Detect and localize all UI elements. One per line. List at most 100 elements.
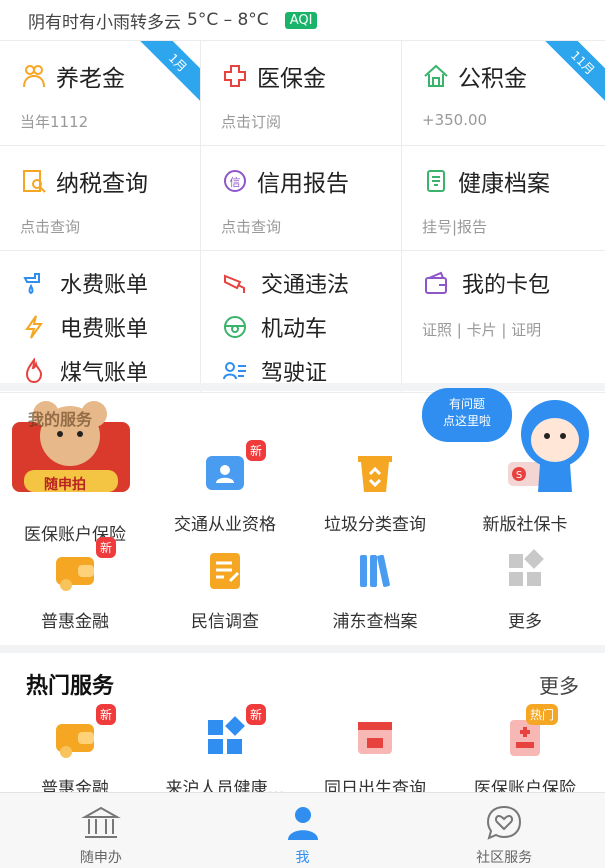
pension-title: 养老金 [56, 66, 125, 92]
bottom-tab-bar: 随申办 我 社区服务 [0, 792, 605, 868]
service-label: 垃圾分类查询 [324, 515, 426, 535]
government-building-icon [81, 803, 121, 843]
water-bill-item[interactable]: 水费账单 [20, 261, 200, 305]
housing-fund-sub: +350.00 [422, 111, 488, 129]
credit-report-card[interactable]: 信 信用报告 点击查询 [201, 146, 402, 250]
credit-report-sub: 点击查询 [221, 218, 282, 236]
housing-fund-title: 公积金 [458, 66, 527, 92]
housing-fund-card[interactable]: 11月 公积金 +350.00 [402, 41, 605, 145]
grid-row-1: 1月 养老金 当年1112 医保金 点击订阅 11月 公积金 +350.00 [0, 41, 605, 146]
tab-suishenban[interactable]: 随申办 [0, 793, 202, 868]
mascot-icon[interactable] [510, 392, 600, 498]
medical-insurance-sub: 点击订阅 [221, 113, 282, 131]
wallet-icon [422, 269, 450, 297]
service-label: 浦东查档案 [332, 612, 418, 632]
service-garbage-sorting[interactable]: 垃圾分类查询 [300, 450, 450, 535]
tab-label: 随申办 [79, 850, 122, 866]
tax-query-sub: 点击查询 [20, 218, 81, 236]
service-inclusive-finance[interactable]: 新 普惠金融 [0, 537, 150, 632]
service-medical-account-insurance[interactable]: 医保账户保险 [0, 520, 150, 545]
service-label: 普惠金融 [41, 612, 109, 632]
medical-insurance-title: 医保金 [257, 66, 326, 92]
help-line-2: 点这里啦 [442, 414, 491, 428]
electric-bill-label: 电费账单 [60, 317, 149, 342]
help-bubble[interactable]: 有问题 点这里啦 [422, 388, 512, 442]
credit-icon: 信 [221, 167, 249, 195]
tab-label: 社区服务 [476, 850, 533, 866]
archive-icon [352, 547, 398, 593]
my-wallet-title: 我的卡包 [462, 273, 551, 298]
health-record-icon [422, 167, 450, 195]
service-label: 更多 [508, 612, 542, 632]
tab-me[interactable]: 我 [202, 793, 404, 868]
document-edit-icon [202, 547, 248, 593]
hot-badge: 热门 [525, 704, 558, 725]
tab-label: 我 [295, 850, 310, 866]
more-grid-icon [502, 547, 548, 593]
traffic-violation-item[interactable]: 交通违法 [221, 261, 401, 305]
service-traffic-qualification[interactable]: 新 交通从业资格 [150, 440, 300, 535]
aqi-badge[interactable]: AQI [284, 11, 318, 29]
service-pudong-archive[interactable]: 浦东查档案 [300, 547, 450, 632]
health-record-title: 健康档案 [458, 171, 550, 197]
hot-services-title: 热门服务 [26, 674, 115, 699]
grid-row-2: 纳税查询 点击查询 信 信用报告 点击查询 健康档案 挂号|报告 [0, 146, 605, 251]
water-bill-label: 水费账单 [60, 273, 149, 298]
my-wallet-card[interactable]: 我的卡包 证照 | 卡片 | 证明 [402, 251, 605, 393]
camera-icon [221, 269, 249, 297]
traffic-violation-label: 交通违法 [261, 273, 350, 298]
tax-search-icon [20, 167, 48, 195]
traffic-column: 交通违法 机动车 驾驶证 [201, 251, 402, 393]
pension-sub: 当年1112 [20, 113, 89, 131]
pension-card[interactable]: 1月 养老金 当年1112 [0, 41, 201, 145]
new-badge: 新 [245, 440, 266, 461]
tab-community[interactable]: 社区服务 [403, 793, 605, 868]
section-divider [0, 645, 605, 653]
section-divider [0, 383, 605, 391]
user-icon [283, 803, 323, 843]
weather-text: 阴有时有小雨转多云 [28, 12, 181, 33]
vehicle-item[interactable]: 机动车 [221, 305, 401, 349]
driver-license-icon [221, 357, 249, 385]
weather-bar: 阴有时有小雨转多云 5°C – 8°C AQI [0, 0, 605, 40]
hot-item-medical-insurance[interactable]: 热门 医保账户保险 [450, 704, 600, 799]
promo-title: 我的服务 [28, 410, 93, 429]
hot-services-more-link[interactable]: 更多 [539, 670, 579, 699]
medical-insurance-card[interactable]: 医保金 点击订阅 [201, 41, 402, 145]
promo-label: 随申拍 [44, 477, 86, 493]
quick-access-grid: 1月 养老金 当年1112 医保金 点击订阅 11月 公积金 +350.00 纳… [0, 40, 605, 393]
heart-chat-icon [484, 803, 524, 843]
my-wallet-sub: 证照 | 卡片 | 证明 [422, 321, 542, 339]
insurance-icon: 热门 [502, 704, 558, 760]
bills-column: 水费账单 电费账单 煤气账单 [0, 251, 201, 393]
wallet-icon: 新 [52, 537, 116, 593]
service-more[interactable]: 更多 [450, 547, 600, 632]
hot-item-inclusive-finance[interactable]: 新 普惠金融 [0, 704, 150, 799]
service-public-survey[interactable]: 民信调查 [150, 547, 300, 632]
health-record-card[interactable]: 健康档案 挂号|报告 [402, 146, 605, 250]
help-line-1: 有问题 [448, 397, 485, 411]
service-label: 医保账户保险 [24, 525, 126, 545]
hot-item-same-day-birth[interactable]: 同日出生查询 [300, 714, 450, 799]
lightning-icon [20, 313, 48, 341]
grid-shapes-icon: 新 [202, 704, 266, 760]
calendar-cake-icon [352, 714, 398, 760]
recycle-bin-icon [352, 450, 398, 496]
hot-item-health[interactable]: 新 来沪人员健康… [150, 704, 300, 799]
grid-row-3: 水费账单 电费账单 煤气账单 交通违法 机动车 驾驶证 我的卡包 证照 | 卡片… [0, 251, 605, 393]
pension-icon [20, 62, 48, 90]
tax-query-card[interactable]: 纳税查询 点击查询 [0, 146, 201, 250]
wallet-icon: 新 [52, 704, 116, 760]
service-label: 新版社保卡 [482, 515, 568, 535]
promo-sticker[interactable]: 我的服务 随申拍 [4, 392, 138, 504]
electric-bill-item[interactable]: 电费账单 [20, 305, 200, 349]
temperature-range: 5°C – 8°C [187, 10, 269, 30]
tax-query-title: 纳税查询 [56, 171, 148, 197]
new-badge: 新 [95, 537, 116, 558]
service-label: 交通从业资格 [174, 515, 276, 535]
house-icon [422, 62, 450, 90]
water-tap-icon [20, 269, 48, 297]
medical-cross-icon [221, 62, 249, 90]
flame-icon [20, 357, 48, 385]
health-record-sub: 挂号|报告 [422, 218, 488, 236]
